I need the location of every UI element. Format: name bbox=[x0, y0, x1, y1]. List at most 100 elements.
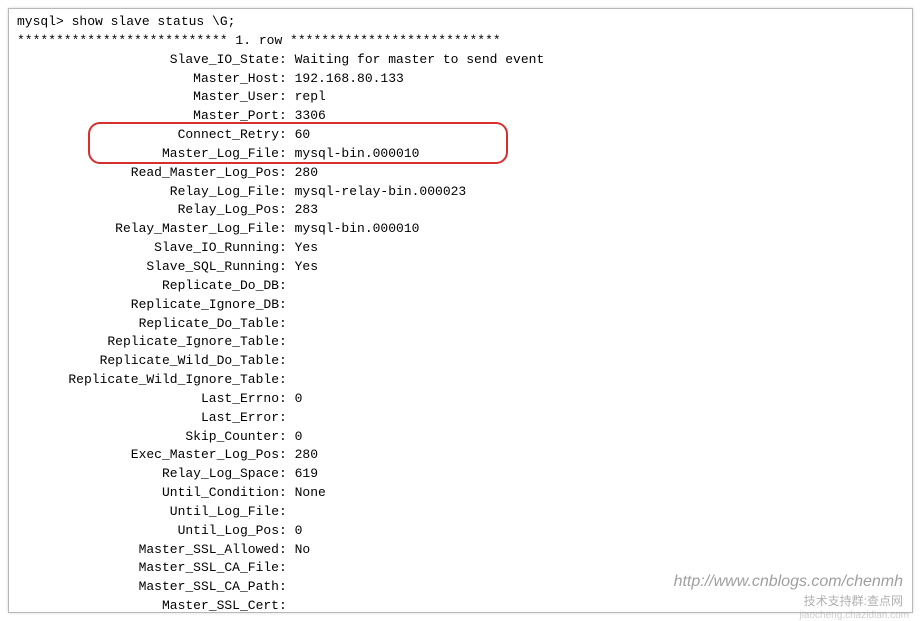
status-row: Relay_Log_File: mysql-relay-bin.000023 bbox=[17, 183, 904, 202]
status-field-label: Skip_Counter bbox=[17, 428, 279, 447]
colon-separator: : bbox=[279, 391, 295, 406]
colon-separator: : bbox=[279, 278, 295, 293]
status-row: Master_Host: 192.168.80.133 bbox=[17, 70, 904, 89]
status-row: Last_Errno: 0 bbox=[17, 390, 904, 409]
colon-separator: : bbox=[279, 202, 295, 217]
status-field-label: Replicate_Ignore_DB bbox=[17, 296, 279, 315]
status-field-value: Waiting for master to send event bbox=[295, 52, 545, 67]
colon-separator: : bbox=[279, 466, 295, 481]
status-row: Replicate_Do_Table: bbox=[17, 315, 904, 334]
status-field-value: 280 bbox=[295, 447, 318, 462]
status-row: Master_SSL_CA_Path: bbox=[17, 578, 904, 597]
status-field-value: Yes bbox=[295, 240, 318, 255]
status-field-label: Master_User bbox=[17, 88, 279, 107]
status-row: Master_SSL_Allowed: No bbox=[17, 541, 904, 560]
colon-separator: : bbox=[279, 89, 295, 104]
colon-separator: : bbox=[279, 523, 295, 538]
status-row: Slave_IO_Running: Yes bbox=[17, 239, 904, 258]
status-field-value: mysql-bin.000010 bbox=[295, 146, 420, 161]
status-field-value: 3306 bbox=[295, 108, 326, 123]
status-field-value: Yes bbox=[295, 259, 318, 274]
status-field-label: Relay_Log_File bbox=[17, 183, 279, 202]
status-field-value: None bbox=[295, 485, 326, 500]
status-row: Until_Log_File: bbox=[17, 503, 904, 522]
colon-separator: : bbox=[279, 447, 295, 462]
status-row: Slave_SQL_Running: Yes bbox=[17, 258, 904, 277]
status-field-value: 0 bbox=[295, 523, 303, 538]
status-field-label: Until_Log_File bbox=[17, 503, 279, 522]
status-field-value: 60 bbox=[295, 127, 311, 142]
status-field-label: Until_Log_Pos bbox=[17, 522, 279, 541]
status-field-label: Replicate_Wild_Do_Table bbox=[17, 352, 279, 371]
sql-command-line: mysql> show slave status \G; bbox=[17, 13, 904, 32]
colon-separator: : bbox=[279, 71, 295, 86]
colon-separator: : bbox=[279, 429, 295, 444]
colon-separator: : bbox=[279, 52, 295, 67]
status-row: Replicate_Wild_Do_Table: bbox=[17, 352, 904, 371]
colon-separator: : bbox=[279, 108, 295, 123]
status-row: Relay_Log_Pos: 283 bbox=[17, 201, 904, 220]
status-row: Master_SSL_Cert: bbox=[17, 597, 904, 613]
status-row: Slave_IO_State: Waiting for master to se… bbox=[17, 51, 904, 70]
status-field-label: Master_Host bbox=[17, 70, 279, 89]
status-field-value: 280 bbox=[295, 165, 318, 180]
status-field-label: Master_SSL_Allowed bbox=[17, 541, 279, 560]
status-field-label: Replicate_Do_DB bbox=[17, 277, 279, 296]
status-rows-container: Slave_IO_State: Waiting for master to se… bbox=[17, 51, 904, 613]
status-field-label: Relay_Master_Log_File bbox=[17, 220, 279, 239]
status-field-value: 283 bbox=[295, 202, 318, 217]
colon-separator: : bbox=[279, 165, 295, 180]
colon-separator: : bbox=[279, 485, 295, 500]
status-field-label: Master_SSL_Cert bbox=[17, 597, 279, 613]
status-row: Replicate_Ignore_DB: bbox=[17, 296, 904, 315]
status-row: Connect_Retry: 60 bbox=[17, 126, 904, 145]
status-row: Until_Log_Pos: 0 bbox=[17, 522, 904, 541]
status-row: Master_Log_File: mysql-bin.000010 bbox=[17, 145, 904, 164]
status-field-value: repl bbox=[295, 89, 326, 104]
colon-separator: : bbox=[279, 316, 295, 331]
colon-separator: : bbox=[279, 146, 295, 161]
status-row: Master_User: repl bbox=[17, 88, 904, 107]
status-field-value: 619 bbox=[295, 466, 318, 481]
colon-separator: : bbox=[279, 372, 295, 387]
status-field-value: mysql-bin.000010 bbox=[295, 221, 420, 236]
status-row: Master_SSL_CA_File: bbox=[17, 559, 904, 578]
status-field-label: Last_Errno bbox=[17, 390, 279, 409]
colon-separator: : bbox=[279, 542, 295, 557]
colon-separator: : bbox=[279, 184, 295, 199]
status-row: Until_Condition: None bbox=[17, 484, 904, 503]
status-field-value: 192.168.80.133 bbox=[295, 71, 404, 86]
status-field-label: Slave_IO_Running bbox=[17, 239, 279, 258]
status-field-label: Master_Log_File bbox=[17, 145, 279, 164]
status-field-label: Master_SSL_CA_Path bbox=[17, 578, 279, 597]
colon-separator: : bbox=[279, 221, 295, 236]
status-field-label: Replicate_Ignore_Table bbox=[17, 333, 279, 352]
status-field-value: mysql-relay-bin.000023 bbox=[295, 184, 467, 199]
status-field-label: Read_Master_Log_Pos bbox=[17, 164, 279, 183]
mysql-terminal-output: mysql> show slave status \G; ***********… bbox=[8, 8, 913, 613]
status-row: Replicate_Wild_Ignore_Table: bbox=[17, 371, 904, 390]
colon-separator: : bbox=[279, 240, 295, 255]
status-row: Replicate_Ignore_Table: bbox=[17, 333, 904, 352]
status-field-label: Until_Condition bbox=[17, 484, 279, 503]
status-field-label: Slave_IO_State bbox=[17, 51, 279, 70]
status-field-label: Master_Port bbox=[17, 107, 279, 126]
status-row: Last_Error: bbox=[17, 409, 904, 428]
colon-separator: : bbox=[279, 410, 295, 425]
colon-separator: : bbox=[279, 334, 295, 349]
status-field-label: Master_SSL_CA_File bbox=[17, 559, 279, 578]
status-row: Read_Master_Log_Pos: 280 bbox=[17, 164, 904, 183]
status-field-value: No bbox=[295, 542, 311, 557]
status-field-label: Relay_Log_Space bbox=[17, 465, 279, 484]
status-field-label: Slave_SQL_Running bbox=[17, 258, 279, 277]
status-row: Relay_Master_Log_File: mysql-bin.000010 bbox=[17, 220, 904, 239]
colon-separator: : bbox=[279, 259, 295, 274]
status-field-label: Last_Error bbox=[17, 409, 279, 428]
status-field-label: Replicate_Do_Table bbox=[17, 315, 279, 334]
status-row: Replicate_Do_DB: bbox=[17, 277, 904, 296]
colon-separator: : bbox=[279, 560, 295, 575]
status-row: Relay_Log_Space: 619 bbox=[17, 465, 904, 484]
status-field-label: Relay_Log_Pos bbox=[17, 201, 279, 220]
status-field-label: Connect_Retry bbox=[17, 126, 279, 145]
status-field-label: Replicate_Wild_Ignore_Table bbox=[17, 371, 279, 390]
